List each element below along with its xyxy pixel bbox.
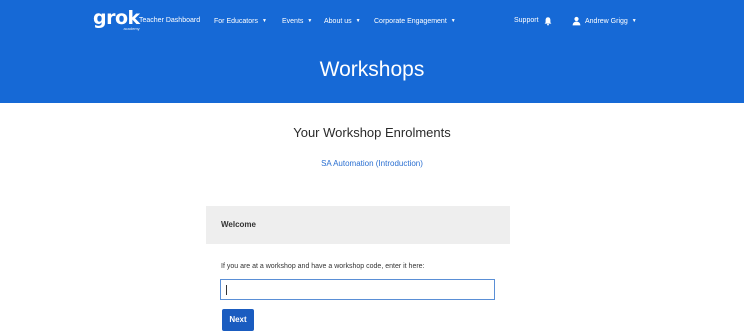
welcome-panel-title: Welcome bbox=[221, 220, 256, 229]
nav-for-educators[interactable]: For Educators ▼ bbox=[214, 17, 267, 26]
nav-teacher-dashboard[interactable]: Teacher Dashboard bbox=[139, 17, 200, 25]
text-cursor bbox=[226, 285, 227, 295]
enrolment-link[interactable]: SA Automation (Introduction) bbox=[0, 159, 744, 169]
nav-corporate-engagement[interactable]: Corporate Engagement ▼ bbox=[374, 17, 456, 26]
chevron-down-icon: ▼ bbox=[450, 18, 456, 24]
bell-icon[interactable] bbox=[543, 16, 553, 26]
next-button[interactable]: Next bbox=[222, 309, 254, 331]
nav-about-us-label: About us bbox=[324, 18, 352, 25]
logo-subtext: academy bbox=[123, 26, 140, 31]
chevron-down-icon: ▼ bbox=[631, 18, 637, 24]
nav-about-us[interactable]: About us ▼ bbox=[324, 17, 361, 26]
site-header: grok academy Teacher Dashboard For Educa… bbox=[0, 0, 744, 103]
enrolments-heading: Your Workshop Enrolments bbox=[293, 125, 451, 140]
top-nav: grok academy Teacher Dashboard For Educa… bbox=[0, 0, 744, 40]
nav-events-label: Events bbox=[282, 18, 304, 25]
chevron-down-icon: ▼ bbox=[261, 18, 267, 24]
logo-text: grok bbox=[93, 7, 140, 29]
nav-support[interactable]: Support bbox=[514, 17, 539, 25]
user-name: Andrew Grigg bbox=[585, 18, 628, 25]
workshop-code-prompt: If you are at a workshop and have a work… bbox=[221, 263, 425, 270]
page-title: Workshops bbox=[319, 58, 425, 81]
nav-for-educators-label: For Educators bbox=[214, 18, 258, 25]
welcome-panel: Welcome bbox=[206, 206, 510, 244]
chevron-down-icon: ▼ bbox=[355, 18, 361, 24]
nav-support-label: Support bbox=[514, 17, 539, 24]
grok-academy-logo[interactable]: grok academy bbox=[93, 7, 140, 32]
user-menu[interactable]: Andrew Grigg ▼ bbox=[585, 17, 637, 26]
nav-teacher-dashboard-label: Teacher Dashboard bbox=[139, 17, 201, 24]
user-icon bbox=[572, 16, 581, 26]
nav-corporate-engagement-label: Corporate Engagement bbox=[374, 18, 447, 25]
workshop-code-input[interactable] bbox=[220, 279, 495, 300]
chevron-down-icon: ▼ bbox=[307, 18, 313, 24]
nav-events[interactable]: Events ▼ bbox=[282, 17, 312, 26]
